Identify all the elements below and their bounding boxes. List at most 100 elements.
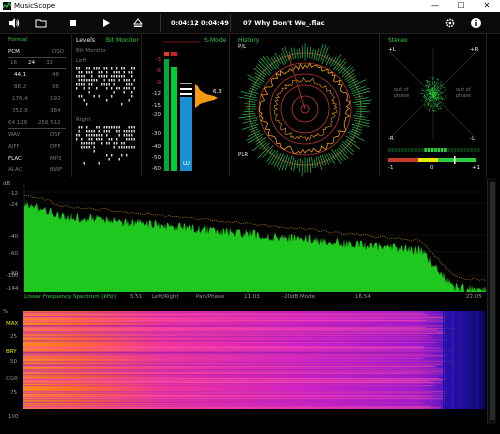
spectrogram-band: [23, 398, 445, 400]
mode-left-right[interactable]: Left/Right: [152, 294, 179, 300]
stereo-sample: [433, 98, 435, 100]
stereo-sample: [434, 81, 435, 83]
history-peak-tick: [352, 99, 372, 103]
bit-cell: [111, 126, 113, 129]
bit-cell: [88, 83, 90, 86]
stereo-sample: [443, 98, 445, 100]
bit-cell: [118, 126, 120, 129]
spectrogram-column: [458, 311, 459, 409]
bit-cell: [76, 138, 78, 141]
scrollbar-thumb[interactable]: [490, 182, 495, 420]
bit-cell: [126, 154, 128, 157]
stop-icon[interactable]: [67, 17, 79, 29]
stereo-sample: [437, 85, 438, 86]
bit-cell: [113, 83, 115, 86]
play-icon[interactable]: [100, 17, 112, 29]
bit-cell: [128, 79, 130, 82]
spectrogram-column: [450, 311, 452, 409]
open-folder-icon[interactable]: [35, 17, 47, 29]
vertical-scrollbar[interactable]: [487, 178, 496, 424]
history-peak-tick: [296, 159, 299, 168]
stereo-sample: [436, 81, 438, 82]
maximize-button[interactable]: ☐: [448, 0, 474, 12]
mode-minus-20db[interactable]: -20dB Mode: [282, 294, 315, 300]
format-title: Format: [8, 37, 28, 43]
bit-cell: [133, 146, 135, 149]
stereo-sample: [429, 110, 430, 112]
bit-cell: [121, 67, 123, 70]
left-clip-indicator: [164, 52, 169, 56]
history-peak-tick: [293, 47, 297, 59]
bit-cell: [76, 83, 78, 86]
bit-cell: [108, 158, 110, 161]
correlation-negative: [388, 158, 418, 162]
stereo-sample: [431, 97, 432, 98]
cgr-label: CGR: [6, 376, 18, 382]
settings-gear-icon[interactable]: [444, 17, 456, 29]
history-peak-tick: [321, 46, 329, 65]
history-peak-tick: [301, 160, 304, 177]
bit-cell: [88, 79, 90, 82]
bit-cell: [106, 130, 108, 133]
spectrogram-band: [23, 353, 426, 355]
balance-segment: [394, 148, 398, 152]
bit-cell: [103, 79, 105, 82]
stereo-sample: [429, 83, 431, 85]
spectrogram-band: [23, 331, 441, 333]
spectrogram-band: [23, 341, 443, 343]
bit-cell: [78, 79, 80, 82]
rate-192: 192: [50, 96, 61, 102]
spectrogram-heatmap: [23, 311, 486, 409]
spectrogram-column: [447, 311, 449, 409]
bit-cell: [111, 154, 113, 157]
history-peak-tick: [354, 117, 370, 122]
stereo-sample: [430, 105, 432, 107]
bit-cell: [83, 83, 85, 86]
x-tick: 22.05: [466, 294, 482, 300]
peak-meter: -3 -6 -9 -12 -15 -20 -30 -40 -50 -60: [152, 41, 218, 172]
spectrogram-band: [23, 401, 437, 403]
bit-cell: [78, 71, 80, 74]
balance-segment: [437, 148, 441, 152]
app-logo-icon: [3, 2, 11, 10]
volume-icon[interactable]: [8, 17, 20, 29]
history-peak-tick: [290, 47, 294, 59]
spectrogram-column: [445, 311, 447, 409]
bit-cell: [78, 126, 80, 129]
bit-cell: [88, 67, 90, 70]
bit-cell: [131, 71, 133, 74]
bit-cell: [91, 134, 93, 137]
minimize-button[interactable]: —: [422, 0, 448, 12]
bit-cell: [111, 87, 113, 90]
stereo-sample: [440, 87, 442, 89]
bit-cell: [78, 67, 80, 70]
bit-monitor-tab[interactable]: Bit Monitor: [106, 37, 139, 44]
y-tick: 100: [8, 414, 19, 420]
format-divider: [8, 68, 66, 69]
stereo-sample: [423, 103, 425, 105]
bit-cell: [133, 87, 135, 90]
container-dsf: DSF: [50, 132, 61, 138]
meter-scale-label: -40: [152, 144, 161, 150]
bit-cell: [83, 146, 85, 149]
bit-cell: [131, 83, 133, 86]
bit-cell: [98, 75, 100, 78]
stereo-sample: [438, 82, 439, 84]
bit-cell: [118, 87, 120, 90]
percent-label: %: [3, 309, 9, 315]
history-radar: [238, 43, 372, 177]
mode-pan-phase[interactable]: Pan/Phase: [196, 294, 224, 300]
history-peak-tick: [355, 95, 363, 98]
bit-cell: [88, 138, 90, 141]
stereo-sample: [433, 93, 435, 95]
history-peak-tick: [341, 65, 351, 74]
close-button[interactable]: ✕: [474, 0, 500, 12]
info-icon[interactable]: [470, 17, 482, 29]
eject-icon[interactable]: [132, 17, 144, 29]
meter-scale-label: -20: [152, 112, 161, 118]
y-tick: 25: [10, 334, 17, 340]
stereo-sample: [427, 95, 428, 97]
bit-cell: [86, 71, 88, 74]
bit-cell: [91, 71, 93, 74]
history-peak-tick: [258, 60, 272, 74]
